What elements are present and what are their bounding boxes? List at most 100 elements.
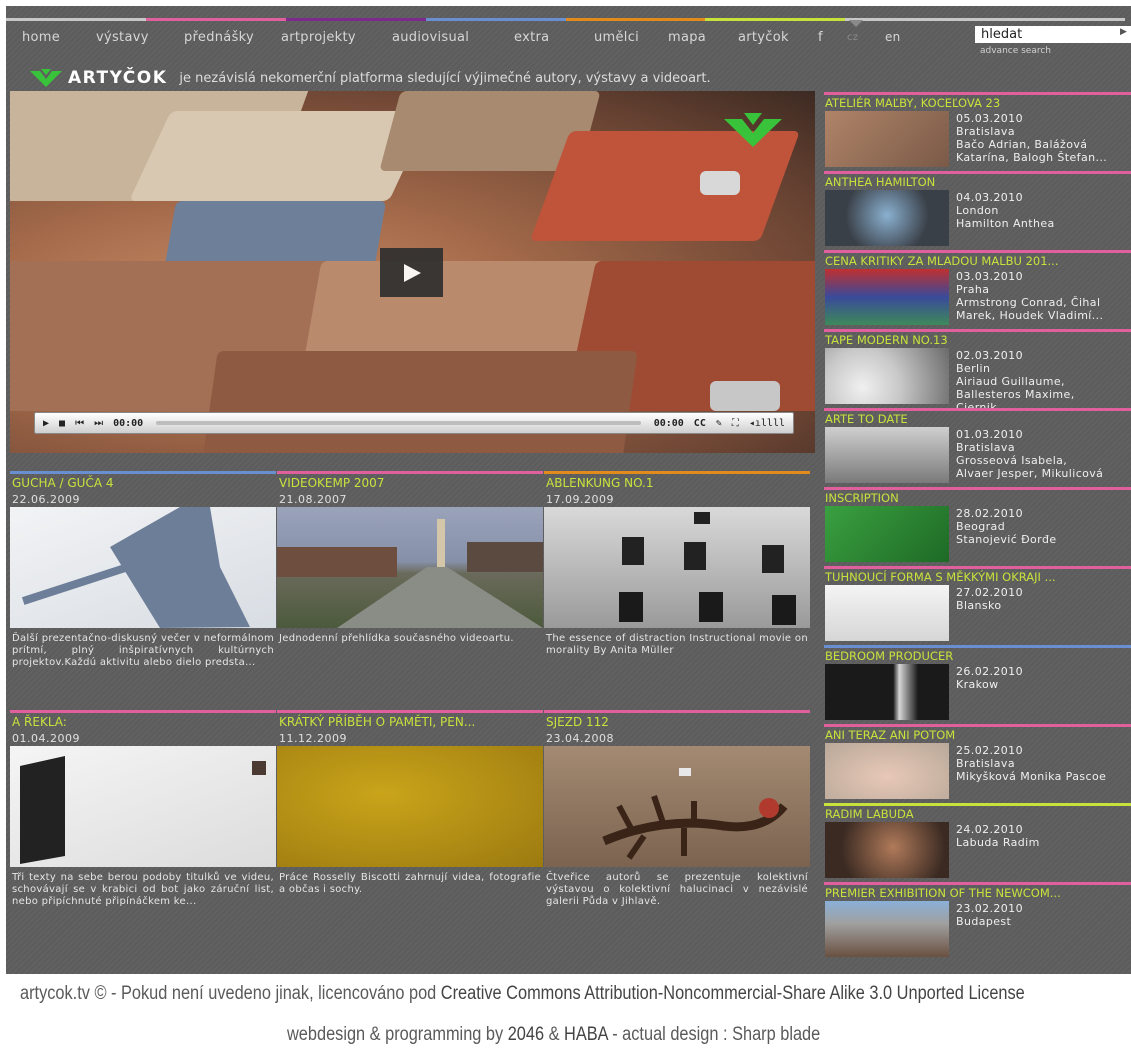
nav-home[interactable]: home [22, 30, 60, 45]
sidebar-item[interactable]: TAPE MODERN NO.13 02.03.2010 Berlin Airi… [824, 329, 1131, 414]
license-link[interactable]: Creative Commons Attribution-Noncommerci… [441, 983, 1025, 1004]
sidebar-item[interactable]: INSCRIPTION 28.02.2010 Beograd Stanojevi… [824, 487, 1131, 564]
sidebar-item-thumbnail[interactable] [825, 427, 949, 483]
sidebar-item-title[interactable]: ARTE TO DATE [825, 412, 1125, 426]
prev-icon[interactable]: ⏮ [70, 418, 89, 429]
seek-bar[interactable] [156, 421, 641, 425]
nav-facebook[interactable]: f [818, 30, 823, 45]
grid-item-thumbnail[interactable] [544, 746, 810, 867]
nav-prednasky[interactable]: přednášky [184, 30, 254, 45]
grid-item[interactable]: A ŘEKLA: 01.04.2009 Tři texty na sebe be… [10, 710, 276, 942]
sidebar-item-thumbnail[interactable] [825, 269, 949, 325]
sidebar-item-meta: Mikyšková Monika Pascoe [956, 770, 1107, 783]
nav-lang-en[interactable]: en [885, 30, 901, 44]
sidebar-item-title[interactable]: INSCRIPTION [825, 491, 1125, 505]
sidebar-item-meta: Armstrong Conrad, Čihal [956, 296, 1101, 309]
grid-item-title[interactable]: SJEZD 112 [546, 715, 609, 729]
credit-link-haba[interactable]: HABA [564, 1024, 608, 1045]
nav-artycok[interactable]: artyčok [738, 30, 789, 45]
artycok-logo-icon[interactable] [28, 67, 64, 89]
sidebar-item-thumbnail[interactable] [825, 743, 949, 799]
grid-item-title[interactable]: VIDEOKEMP 2007 [279, 476, 384, 490]
grid-item-date: 01.04.2009 [12, 732, 80, 745]
sidebar-item-meta: Airiaud Guillaume, [956, 375, 1065, 388]
sidebar-item-thumbnail[interactable] [825, 901, 949, 957]
nav-vystavy[interactable]: výstavy [96, 30, 149, 45]
nav-audiovisual[interactable]: audiovisual [392, 30, 469, 45]
sidebar-item-title[interactable]: RADIM LABUDA [825, 807, 1125, 821]
grid-item[interactable]: KRÁTKÝ PŘÍBĚH O PAMĚTI, PEN... 11.12.200… [277, 710, 543, 942]
sidebar-item-meta: Bratislava [956, 757, 1015, 770]
sidebar-item-thumbnail[interactable] [825, 190, 949, 246]
grid-item-title[interactable]: A ŘEKLA: [12, 715, 67, 729]
sidebar-item-title[interactable]: PREMIER EXHIBITION OF THE NEWCOM... [825, 886, 1125, 900]
credit-link-2046[interactable]: 2046 [508, 1024, 544, 1045]
sidebar-item[interactable]: ANI TERAZ ANI POTOM 25.02.2010 Bratislav… [824, 724, 1131, 801]
sidebar-item[interactable]: BEDROOM PRODUCER 26.02.2010 Krakow [824, 645, 1131, 722]
objects-on-floor-image [619, 512, 796, 625]
grid-item-thumbnail[interactable] [277, 746, 543, 867]
sidebar-item-meta: Ballesteros Maxime, [956, 388, 1075, 401]
sidebar-item-meta: Bačo Adrian, Balážová [956, 138, 1088, 151]
sidebar-item[interactable]: PREMIER EXHIBITION OF THE NEWCOM... 23.0… [824, 882, 1131, 959]
brand-tagline: je nezávislá nekomerční platforma sleduj… [179, 70, 711, 86]
village-evening-image [277, 519, 543, 628]
stop-icon[interactable]: ■ [54, 418, 70, 429]
fullscreen-icon[interactable]: ⛶ [727, 418, 744, 429]
sidebar-item-meta: Krakow [956, 678, 999, 691]
nav-extra[interactable]: extra [514, 30, 549, 45]
sidebar-item-thumbnail[interactable] [825, 822, 949, 878]
sidebar-item-thumbnail[interactable] [825, 585, 949, 641]
grid-item[interactable]: VIDEOKEMP 2007 21.08.2007 Jednodenní pře… [277, 471, 543, 703]
sidebar-item-thumbnail[interactable] [825, 506, 949, 562]
sidebar-item-date: 02.03.2010 [956, 349, 1023, 362]
sidebar-item-title[interactable]: TUHNOUCÍ FORMA S MĚKKÝMI OKRAJI ... [825, 570, 1125, 584]
play-control-icon[interactable]: ▶ [35, 418, 54, 429]
search-input[interactable] [975, 26, 1131, 43]
nav-artprojekty[interactable]: artprojekty [281, 30, 356, 45]
cc-button[interactable]: CC [689, 418, 711, 429]
grid-item[interactable]: SJEZD 112 23.04.2008 Čtveřice autorů se … [544, 710, 810, 942]
grid-item-title[interactable]: GUCHA / GUČA 4 [12, 476, 113, 490]
shadow-rifle-image [21, 507, 250, 628]
nav-lang-cz[interactable]: cz [847, 32, 858, 43]
sidebar-item[interactable]: CENA KRITIKY ZA MLADOU MALBU 201... 03.0… [824, 250, 1131, 327]
sidebar-item-title[interactable]: BEDROOM PRODUCER [825, 649, 1125, 663]
sidebar-item-title[interactable]: ANI TERAZ ANI POTOM [825, 728, 1125, 742]
main-nav: home výstavy přednášky artprojekty audio… [6, 20, 966, 52]
sidebar-item-thumbnail[interactable] [825, 348, 949, 404]
grid-item-thumbnail[interactable] [544, 507, 810, 628]
sidebar-item[interactable]: TUHNOUCÍ FORMA S MĚKKÝMI OKRAJI ... 27.0… [824, 566, 1131, 643]
sidebar-item-title[interactable]: TAPE MODERN NO.13 [825, 333, 1125, 347]
grid-item-title[interactable]: ABLENKUNG NO.1 [546, 476, 654, 490]
video-player[interactable]: ▶ ■ ⏮ ⏭ 00:00 00:00 CC ✎ ⛶ ◂ıllll [10, 91, 815, 453]
sidebar-item-title[interactable]: CENA KRITIKY ZA MLADOU MALBU 201... [825, 254, 1125, 268]
nav-mapa[interactable]: mapa [668, 30, 706, 45]
sidebar-item-date: 01.03.2010 [956, 428, 1023, 441]
brand-name[interactable]: ARTYČOK [68, 68, 167, 88]
grid-item[interactable]: GUCHA / GUČA 4 22.06.2009 Ďalší prezenta… [10, 471, 276, 703]
advance-search-link[interactable]: advance search [980, 46, 1051, 56]
volume-icon[interactable]: ◂ıllll [744, 418, 793, 429]
footer-license-text: artycok.tv © - Pokud není uvedeno jinak,… [20, 983, 441, 1004]
sidebar-item-title[interactable]: ANTHEA HAMILTON [825, 175, 1125, 189]
grid-item[interactable]: ABLENKUNG NO.1 17.09.2009 The essence of… [544, 471, 810, 703]
grid-item-title[interactable]: KRÁTKÝ PŘÍBĚH O PAMĚTI, PEN... [279, 715, 475, 729]
nav-umelci[interactable]: umělci [594, 30, 639, 45]
next-icon[interactable]: ⏭ [89, 418, 108, 429]
settings-icon[interactable]: ✎ [711, 418, 727, 429]
sidebar-item[interactable]: ARTE TO DATE 01.03.2010 Bratislava Gross… [824, 408, 1131, 485]
grid-item-description: Tři texty na sebe berou podoby titulků v… [12, 872, 274, 907]
sidebar-item[interactable]: ANTHEA HAMILTON 04.03.2010 London Hamilt… [824, 171, 1131, 248]
sidebar-item-thumbnail[interactable] [825, 111, 949, 167]
search-submit-icon[interactable]: ▶ [1120, 27, 1127, 37]
sidebar-item-title[interactable]: ATELIÉR MAĽBY, KOCEĽOVA 23 [825, 96, 1125, 110]
sidebar-item[interactable]: RADIM LABUDA 24.02.2010 Labuda Radim [824, 803, 1131, 880]
grid-item-thumbnail[interactable] [10, 746, 276, 867]
grid-item-thumbnail[interactable] [277, 507, 543, 628]
grid-item-thumbnail[interactable] [10, 507, 276, 628]
sidebar-item-thumbnail[interactable] [825, 664, 949, 720]
play-button[interactable] [380, 248, 443, 297]
sidebar-item[interactable]: ATELIÉR MAĽBY, KOCEĽOVA 23 05.03.2010 Br… [824, 92, 1131, 169]
sidebar-item-date: 05.03.2010 [956, 112, 1023, 125]
